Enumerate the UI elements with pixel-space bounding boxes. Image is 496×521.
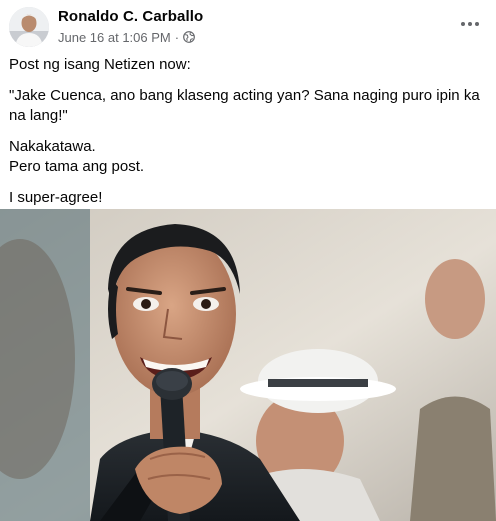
author-name[interactable]: Ronaldo C. Carballo: [58, 8, 203, 25]
globe-icon[interactable]: [183, 31, 195, 43]
post-paragraph: Pero tama ang post.: [9, 158, 145, 175]
post-paragraph: Nakakatawa.: [9, 138, 96, 155]
meta-separator: ·: [174, 29, 180, 45]
post-paragraph: Post ng isang Netizen now:: [9, 56, 191, 73]
post-paragraph: "Jake Cuenca, ano bang klaseng acting ya…: [9, 87, 480, 124]
post-paragraph: I super-agree!: [9, 189, 103, 206]
post-text: Post ng isang Netizen now: "Jake Cuenca,…: [9, 55, 487, 219]
author-avatar[interactable]: [9, 7, 49, 47]
facebook-post: Ronaldo C. Carballo June 16 at 1:06 PM ·…: [0, 0, 496, 521]
post-timestamp[interactable]: June 16 at 1:06 PM: [58, 30, 171, 45]
post-header: Ronaldo C. Carballo June 16 at 1:06 PM ·: [0, 0, 496, 52]
more-options-icon[interactable]: [456, 12, 484, 36]
post-photo[interactable]: [0, 209, 496, 521]
post-meta: June 16 at 1:06 PM ·: [58, 29, 195, 45]
